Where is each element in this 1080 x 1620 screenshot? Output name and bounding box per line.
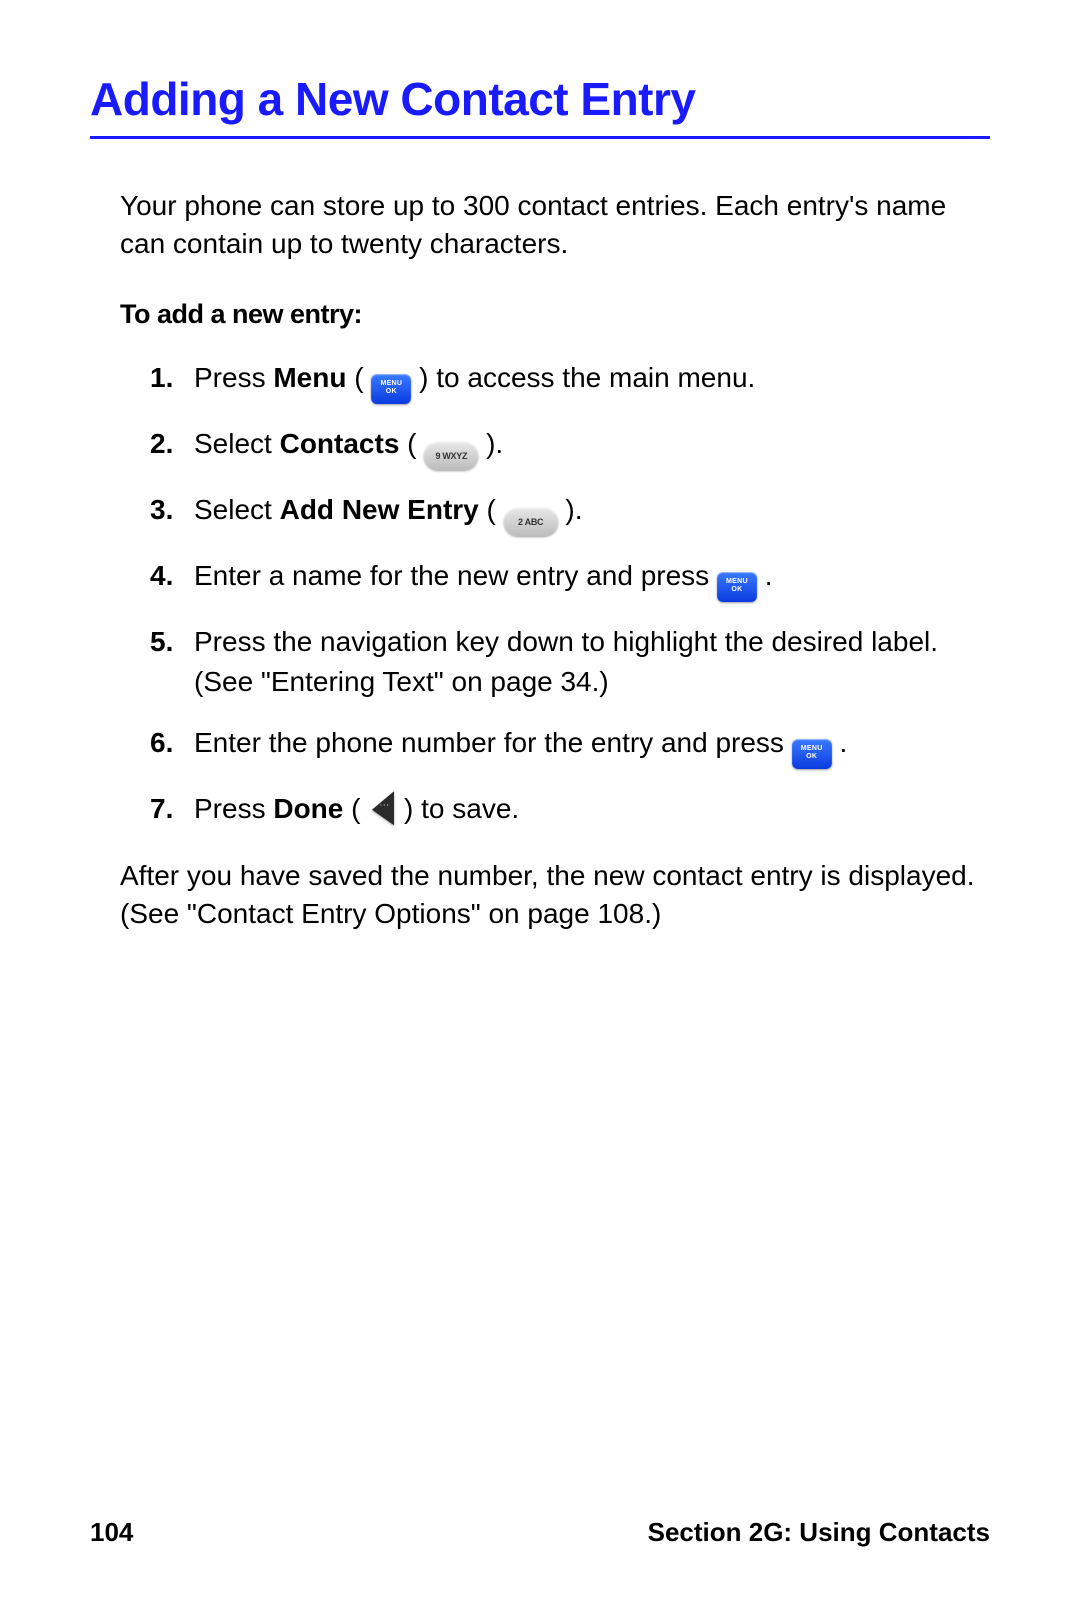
text: Select	[194, 428, 280, 459]
text: (	[346, 362, 371, 393]
page-footer: 104 Section 2G: Using Contacts	[90, 1517, 990, 1548]
section-label: Section 2G: Using Contacts	[648, 1517, 990, 1548]
text: Enter a name for the new entry and press	[194, 560, 717, 591]
text: Enter the phone number for the entry and…	[194, 727, 792, 758]
add-new-entry-label: Add New Entry	[280, 494, 479, 525]
text: (	[479, 494, 504, 525]
step-7: Press Done ( ) to save.	[150, 789, 990, 830]
step-4: Enter a name for the new entry and press…	[150, 556, 990, 602]
step-5: Press the navigation key down to highlig…	[150, 622, 990, 703]
step-2: Select Contacts ( 9 WXYZ ).	[150, 424, 990, 470]
after-paragraph: After you have saved the number, the new…	[120, 857, 990, 933]
done-label: Done	[273, 793, 343, 824]
text: (	[399, 428, 424, 459]
menu-ok-key-icon: MENUOK	[371, 374, 411, 404]
text: ).	[558, 494, 583, 525]
text: Press	[194, 362, 273, 393]
menu-ok-key-icon: MENUOK	[717, 572, 757, 602]
text: .	[757, 560, 773, 591]
menu-ok-key-icon: MENUOK	[792, 739, 832, 769]
step-3: Select Add New Entry ( 2 ABC ).	[150, 490, 990, 536]
text: Select	[194, 494, 280, 525]
left-softkey-icon	[368, 792, 396, 826]
nine-key-icon: 9 WXYZ	[424, 442, 478, 470]
procedure-subhead: To add a new entry:	[120, 299, 990, 330]
contacts-label: Contacts	[280, 428, 400, 459]
text: ) to access the main menu.	[411, 362, 755, 393]
text: Press	[194, 793, 273, 824]
menu-label: Menu	[273, 362, 346, 393]
steps-list: Press Menu ( MENUOK ) to access the main…	[150, 358, 990, 830]
step-1: Press Menu ( MENUOK ) to access the main…	[150, 358, 990, 404]
text: ) to save.	[396, 793, 519, 824]
text: Press the navigation key down to highlig…	[194, 626, 938, 698]
page-title: Adding a New Contact Entry	[90, 72, 990, 139]
two-key-icon: 2 ABC	[504, 508, 558, 536]
text: (	[343, 793, 368, 824]
text: ).	[478, 428, 503, 459]
page-number: 104	[90, 1517, 133, 1548]
text: .	[832, 727, 848, 758]
intro-paragraph: Your phone can store up to 300 contact e…	[120, 187, 990, 263]
step-6: Enter the phone number for the entry and…	[150, 723, 990, 769]
